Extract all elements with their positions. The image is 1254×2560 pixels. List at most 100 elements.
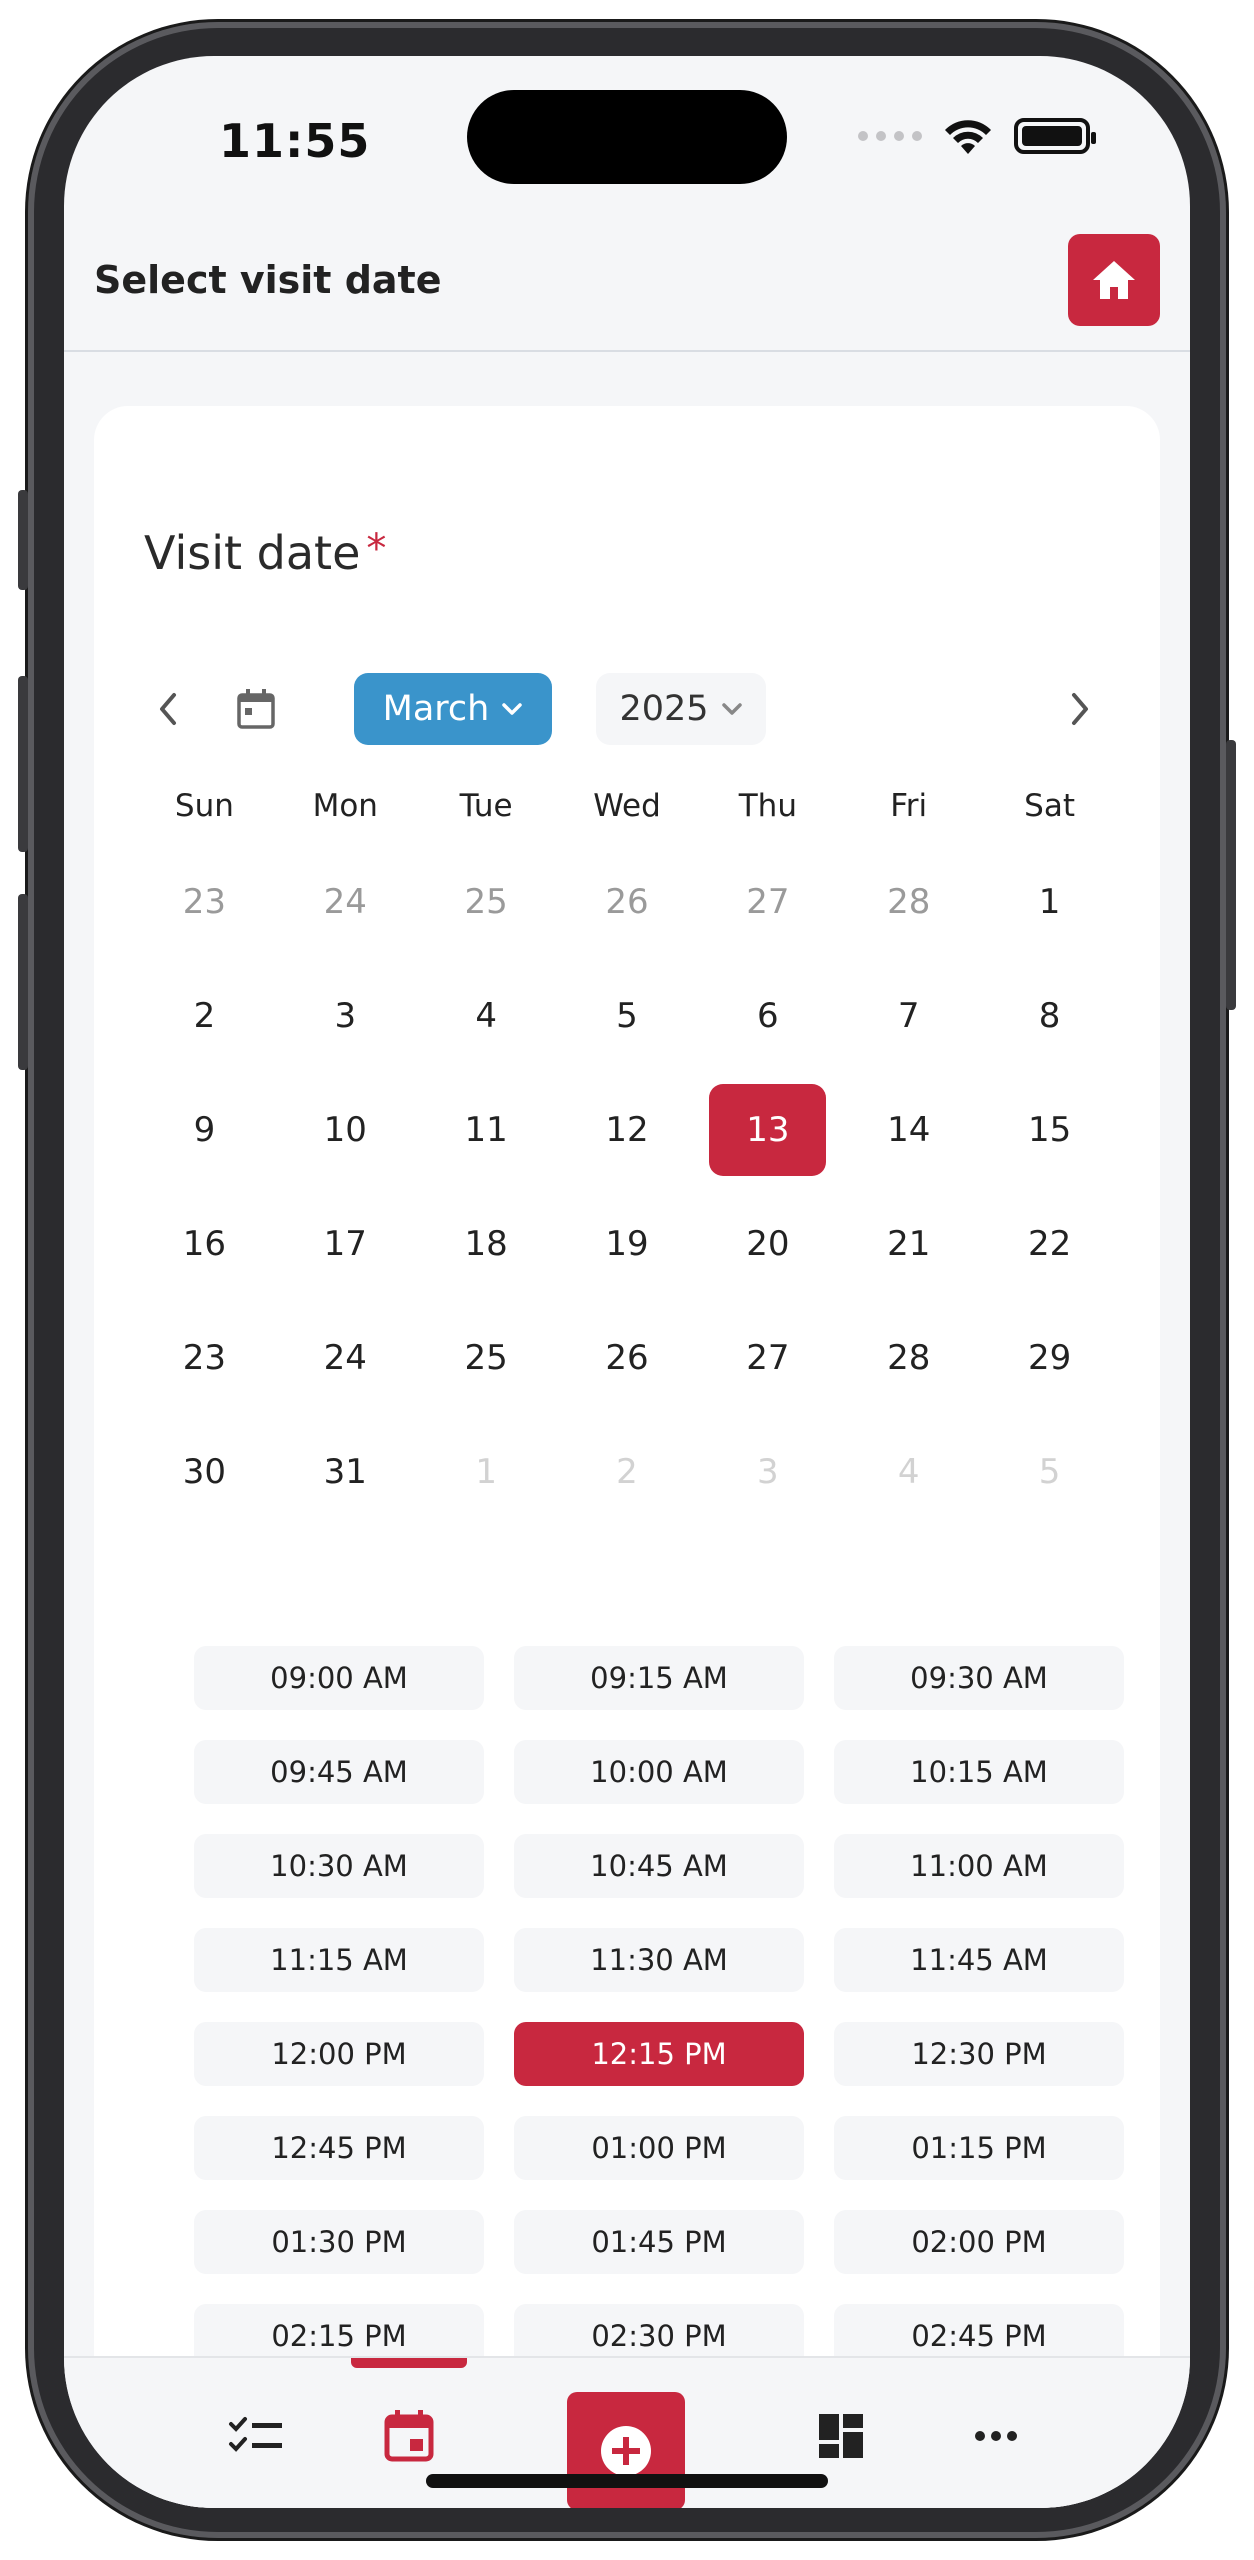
weekday-label: Sat <box>1024 788 1075 824</box>
year-value: 2025 <box>619 689 709 729</box>
checklist-icon <box>229 2417 282 2452</box>
volume-down-button <box>18 894 28 1070</box>
calendar-day[interactable]: 1 <box>979 856 1120 948</box>
calendar-days-grid: 23 24 25 26 27 28 1 2 3 4 5 6 7 8 9 10 11 12 13 14 15 16 17 18 1… <box>134 856 1120 1518</box>
active-tab-indicator <box>351 2358 467 2368</box>
power-button <box>1226 740 1236 1010</box>
home-button[interactable] <box>1068 234 1160 326</box>
time-slot[interactable]: 11:45 AM <box>834 1928 1124 1992</box>
next-month-button[interactable] <box>1054 683 1106 735</box>
calendar-day[interactable]: 22 <box>979 1198 1120 1290</box>
calendar-day[interactable]: 27 <box>697 856 838 948</box>
calendar-day[interactable]: 16 <box>134 1198 275 1290</box>
calendar-day[interactable]: 23 <box>134 856 275 948</box>
calendar-day: 5 <box>1038 1452 1061 1492</box>
time-slot[interactable]: 02:00 PM <box>834 2210 1124 2274</box>
time-slot[interactable]: 01:30 PM <box>194 2210 484 2274</box>
time-slot[interactable]: 12:45 PM <box>194 2116 484 2180</box>
time-slot[interactable]: 01:15 PM <box>834 2116 1124 2180</box>
time-slot[interactable]: 09:00 AM <box>194 1646 484 1710</box>
calendar-day[interactable]: 23 <box>134 1312 275 1404</box>
calendar-day[interactable]: 29 <box>979 1312 1120 1404</box>
calendar-day[interactable]: 26 <box>557 856 698 948</box>
calendar-day[interactable]: 7 <box>838 970 979 1062</box>
calendar-day[interactable]: 26 <box>557 1312 698 1404</box>
calendar-day[interactable]: 24 <box>275 1312 416 1404</box>
prev-month-button[interactable] <box>142 683 194 735</box>
action-button <box>18 490 28 590</box>
time-slot-selected[interactable]: 12:15 PM <box>514 2022 804 2086</box>
time-slot[interactable]: 10:30 AM <box>194 1834 484 1898</box>
calendar-day[interactable]: 24 <box>275 856 416 948</box>
calendar-day[interactable]: 17 <box>275 1198 416 1290</box>
chevron-right-icon <box>1072 693 1088 725</box>
nav-checklist[interactable] <box>216 2396 296 2476</box>
calendar-day[interactable]: 5 <box>557 970 698 1062</box>
time-slot[interactable]: 01:00 PM <box>514 2116 804 2180</box>
calendar-day[interactable]: 12 <box>557 1084 698 1176</box>
status-icons <box>858 116 1096 156</box>
time-slot[interactable]: 10:15 AM <box>834 1740 1124 1804</box>
home-icon <box>1093 261 1135 299</box>
weekday-label: Fri <box>890 788 928 824</box>
time-slot[interactable]: 12:00 PM <box>194 2022 484 2086</box>
calendar-day[interactable]: 30 <box>134 1426 275 1518</box>
calendar-day[interactable]: 15 <box>979 1084 1120 1176</box>
calendar-day: 2 <box>616 1452 638 1492</box>
calendar-day[interactable]: 10 <box>275 1084 416 1176</box>
calendar-day[interactable]: 11 <box>416 1084 557 1176</box>
calendar-day[interactable]: 2 <box>134 970 275 1062</box>
year-select[interactable]: 2025 <box>596 673 766 745</box>
calendar-day[interactable]: 8 <box>979 970 1120 1062</box>
calendar-day[interactable]: 19 <box>557 1198 698 1290</box>
calendar-picker-icon[interactable] <box>234 687 278 731</box>
calendar-day[interactable]: 14 <box>838 1084 979 1176</box>
calendar-day[interactable]: 3 <box>275 970 416 1062</box>
weekday-label: Sun <box>174 788 234 824</box>
time-slot[interactable]: 11:00 AM <box>834 1834 1124 1898</box>
weekday-label: Wed <box>593 788 661 824</box>
add-button[interactable] <box>567 2392 685 2508</box>
calendar-day[interactable]: 4 <box>416 970 557 1062</box>
battery-icon <box>1014 118 1096 154</box>
calendar-day[interactable]: 21 <box>838 1198 979 1290</box>
time-slot[interactable]: 11:15 AM <box>194 1928 484 1992</box>
page-title: Select visit date <box>94 258 442 302</box>
nav-calendar[interactable] <box>369 2396 449 2476</box>
calendar-day[interactable]: 31 <box>275 1426 416 1518</box>
time-slot[interactable]: 10:45 AM <box>514 1834 804 1898</box>
time-slot[interactable]: 01:45 PM <box>514 2210 804 2274</box>
add-circle-icon <box>601 2426 651 2476</box>
calendar-day[interactable]: 25 <box>416 1312 557 1404</box>
calendar-day-selected[interactable]: 13 <box>709 1084 827 1176</box>
nav-more[interactable] <box>956 2396 1036 2476</box>
more-icon <box>975 2431 1017 2441</box>
calendar-day: 1 <box>475 1452 497 1492</box>
calendar-day[interactable]: 6 <box>697 970 838 1062</box>
month-value: March <box>382 689 490 729</box>
calendar-day[interactable]: 25 <box>416 856 557 948</box>
time-slot[interactable]: 11:30 AM <box>514 1928 804 1992</box>
calendar-day[interactable]: 20 <box>697 1198 838 1290</box>
time-slot[interactable]: 12:30 PM <box>834 2022 1124 2086</box>
calendar-day[interactable]: 18 <box>416 1198 557 1290</box>
weekday-header: Sun Mon Tue Wed Thu Fri Sat <box>134 788 1120 824</box>
calendar-day[interactable]: 28 <box>838 1312 979 1404</box>
field-label-text: Visit date <box>144 526 361 580</box>
time-slot-grid: 09:00 AM 09:15 AM 09:30 AM 09:45 AM 10:00 AM… <box>194 1646 1158 2368</box>
phone-screen: 11:55 Select visit date Visit date * Mar… <box>64 56 1190 2508</box>
status-time: 11:55 <box>219 114 371 168</box>
calendar-day[interactable]: 27 <box>697 1312 838 1404</box>
weekday-label: Tue <box>459 788 513 824</box>
calendar-day[interactable]: 28 <box>838 856 979 948</box>
wifi-icon <box>945 120 991 154</box>
cellular-signal-icon <box>858 131 922 141</box>
time-slot[interactable]: 10:00 AM <box>514 1740 804 1804</box>
nav-dashboard[interactable] <box>801 2396 881 2476</box>
time-slot[interactable]: 09:30 AM <box>834 1646 1124 1710</box>
month-select[interactable]: March <box>354 673 552 745</box>
time-slot[interactable]: 09:45 AM <box>194 1740 484 1804</box>
calendar-day[interactable]: 9 <box>134 1084 275 1176</box>
time-slot[interactable]: 09:15 AM <box>514 1646 804 1710</box>
dashboard-icon <box>819 2414 863 2458</box>
